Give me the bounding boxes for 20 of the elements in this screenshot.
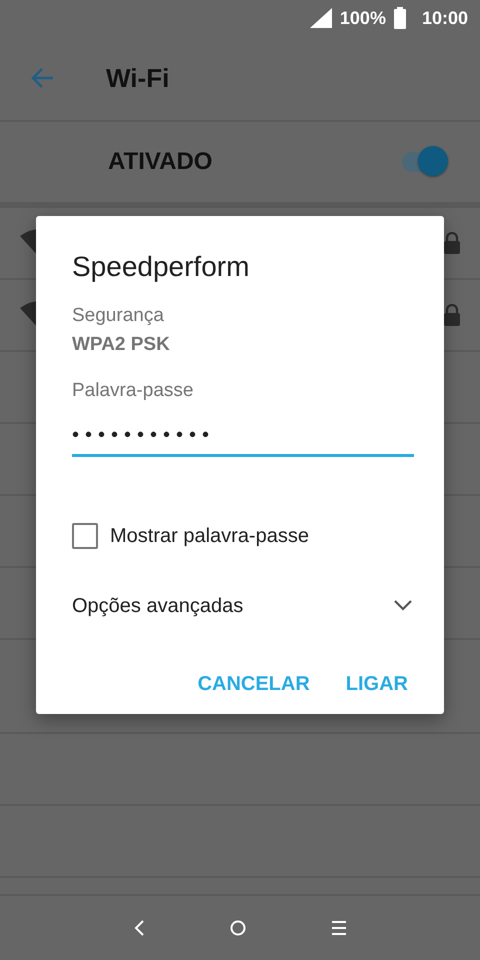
screen-title: Wi-Fi [106, 62, 170, 94]
security-value: WPA2 PSK [72, 332, 171, 356]
security-label: Segurança [72, 304, 165, 328]
show-password-checkbox[interactable] [72, 522, 98, 548]
battery-percentage: 100% [340, 6, 386, 30]
advanced-options-label[interactable]: Opções avançadas [72, 590, 244, 620]
dialog-title: Speedperform [72, 250, 250, 284]
clock: 10:00 [422, 6, 468, 30]
password-field[interactable]: ••••••••••• [72, 406, 414, 456]
signal-icon [310, 8, 332, 28]
show-password-label: Mostrar palavra-passe [110, 524, 309, 548]
battery-icon [394, 7, 406, 29]
password-label: Palavra-passe [72, 379, 194, 403]
menu-icon[interactable] [332, 921, 346, 935]
home-icon[interactable] [230, 920, 246, 936]
wifi-status-label: ATIVADO [108, 147, 212, 177]
chevron-icon[interactable] [394, 600, 412, 611]
back-icon[interactable] [134, 920, 144, 936]
lock-icon [444, 232, 460, 254]
lock-icon [444, 304, 460, 326]
